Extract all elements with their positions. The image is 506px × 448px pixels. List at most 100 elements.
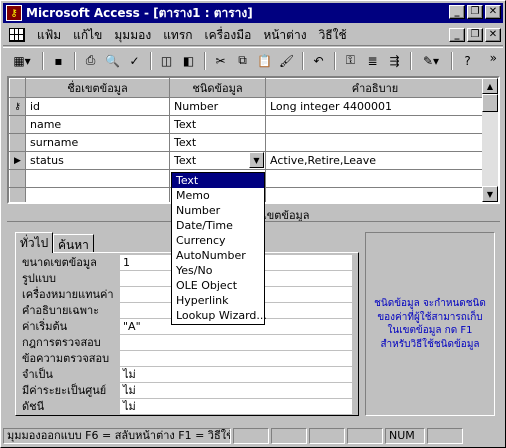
prop-indexed[interactable]: ดัชนี ไม่ [22,399,352,415]
data-type-cell[interactable]: Number [169,97,266,116]
data-type-value[interactable]: Text [174,154,196,167]
office-links-icon[interactable]: ◫ [156,51,177,71]
dropdown-option[interactable]: Hyperlink [172,293,264,308]
header-description[interactable]: คำอธิบาย [265,78,485,98]
row-selector[interactable] [9,169,26,188]
row-selector[interactable] [9,133,26,152]
menu-file[interactable]: แฟ้ม [31,26,67,45]
dropdown-option[interactable]: Text [172,173,264,188]
menu-window[interactable]: หน้าต่าง [257,26,312,45]
dropdown-option[interactable]: OLE Object [172,278,264,293]
prop-value-input[interactable]: ไม่ [120,383,352,399]
primary-key-icon[interactable]: ⚷ [9,97,26,116]
field-name-cell[interactable]: status [25,151,170,170]
view-design-icon[interactable]: ▦▾ [7,51,37,71]
vertical-scrollbar[interactable]: ▲ ▼ [482,78,498,202]
header-field-name[interactable]: ชื่อเขตข้อมูล [25,78,170,98]
minimize-icon[interactable]: _ [449,5,465,19]
field-name-cell[interactable]: id [25,97,170,116]
menu-edit[interactable]: แก้ไข [67,26,108,45]
prop-validation-rule[interactable]: กฎการตรวจสอบ [22,335,352,351]
save-icon[interactable]: ▪ [48,51,69,71]
prop-validation-text[interactable]: ข้อความตรวจสอบ [22,351,352,367]
restore-icon[interactable]: ❐ [467,5,483,19]
insert-rows-icon[interactable]: ⇶ [384,51,405,71]
menu-view[interactable]: มุมมอง [108,26,157,45]
dropdown-option[interactable]: Number [172,203,264,218]
print-icon[interactable]: ⎙ [80,51,101,71]
dropdown-option[interactable]: Lookup Wizard... [172,308,267,323]
prop-label: ดัชนี [22,400,45,413]
field-name-cell[interactable] [25,187,170,202]
description-cell[interactable] [265,115,485,134]
toolbar-separator [302,51,304,70]
dropdown-option[interactable]: Memo [172,188,264,203]
menu-help[interactable]: วิธีใช้ [313,26,353,45]
copy-icon[interactable]: ⧉ [232,51,253,71]
dropdown-option[interactable]: Date/Time [172,218,264,233]
build-icon[interactable]: ✎▾ [416,51,446,71]
status-pane [309,428,345,444]
access-key-icon[interactable]: ⚷ [6,5,22,21]
description-cell[interactable]: Long integer 4400001 [265,97,485,116]
table-row[interactable]: name Text [9,115,485,134]
undo-icon[interactable]: ↶ [308,51,329,71]
format-painter-icon[interactable]: 🖌 [276,51,297,71]
scroll-thumb[interactable] [482,94,498,112]
close-icon[interactable]: ✕ [485,5,501,19]
prop-value-input[interactable]: ไม่ [120,399,352,415]
spelling-icon[interactable]: ✓ [124,51,145,71]
row-selector[interactable] [9,115,26,134]
title-bar[interactable]: ⚷ Microsoft Access - [ตาราง1 : ตาราง] _ … [3,3,503,23]
prop-value-input[interactable] [120,351,352,367]
data-type-dropdown[interactable]: Text Memo Number Date/Time Currency Auto… [171,172,267,325]
indexes-icon[interactable]: ≣ [362,51,383,71]
description-cell[interactable] [265,169,485,188]
data-type-cell[interactable]: Text [169,133,266,152]
field-name-cell[interactable] [25,169,170,188]
table-row[interactable]: surname Text [9,133,485,152]
tab-lookup[interactable]: ค้นหา [53,234,94,252]
dropdown-option[interactable]: Currency [172,233,264,248]
header-data-type[interactable]: ชนิดข้อมูล [169,78,266,98]
print-preview-icon[interactable]: 🔍 [102,51,123,71]
status-pane [347,428,383,444]
prop-required[interactable]: จำเป็น ไม่ [22,367,352,383]
data-type-cell[interactable]: Text [169,115,266,134]
table-row[interactable]: ▶ status Text ▼ Active,Retire,Leave [9,151,485,170]
table-doc-icon[interactable] [9,28,25,42]
doc-minimize-icon[interactable]: _ [449,28,465,42]
description-cell[interactable]: Active,Retire,Leave [265,151,485,170]
dropdown-option[interactable]: AutoNumber [172,248,264,263]
field-name-cell[interactable]: name [25,115,170,134]
analyze-icon[interactable]: ◧ [178,51,199,71]
primary-key-icon[interactable]: ⚿ [340,51,361,71]
tab-general[interactable]: ทั่วไป [15,232,54,253]
prop-label: เครื่องหมายแทนค่า [22,288,114,301]
paste-icon[interactable]: 📋 [254,51,275,71]
menu-tools[interactable]: เครื่องมือ [199,26,258,45]
prop-value-input[interactable]: ไม่ [120,367,352,383]
scroll-down-icon[interactable]: ▼ [482,186,498,202]
data-type-cell[interactable]: Text ▼ [169,151,266,170]
description-cell[interactable] [265,133,485,152]
prop-allow-zero-length[interactable]: มีค่าระยะเป็นศูนย์ ไม่ [22,383,352,399]
doc-restore-icon[interactable]: ❐ [467,28,483,42]
cut-icon[interactable]: ✂ [210,51,231,71]
description-cell[interactable] [265,187,485,202]
doc-close-icon[interactable]: ✕ [485,28,501,42]
scroll-up-icon[interactable]: ▲ [482,78,498,94]
prop-value-input[interactable] [120,335,352,351]
dropdown-option[interactable]: Yes/No [172,263,264,278]
toolbar-more-icon[interactable]: » [490,51,497,65]
access-window: ⚷ Microsoft Access - [ตาราง1 : ตาราง] _ … [0,0,506,448]
status-pane [427,428,463,444]
field-name-cell[interactable]: surname [25,133,170,152]
table-row[interactable]: ⚷ id Number Long integer 4400001 [9,97,485,116]
dropdown-arrow-icon[interactable]: ▼ [249,152,264,168]
current-row-arrow-icon[interactable]: ▶ [9,151,26,170]
header-corner [9,78,26,98]
menu-insert[interactable]: แทรก [157,26,198,45]
row-selector[interactable] [9,187,26,202]
help-icon[interactable]: ? [457,51,478,71]
